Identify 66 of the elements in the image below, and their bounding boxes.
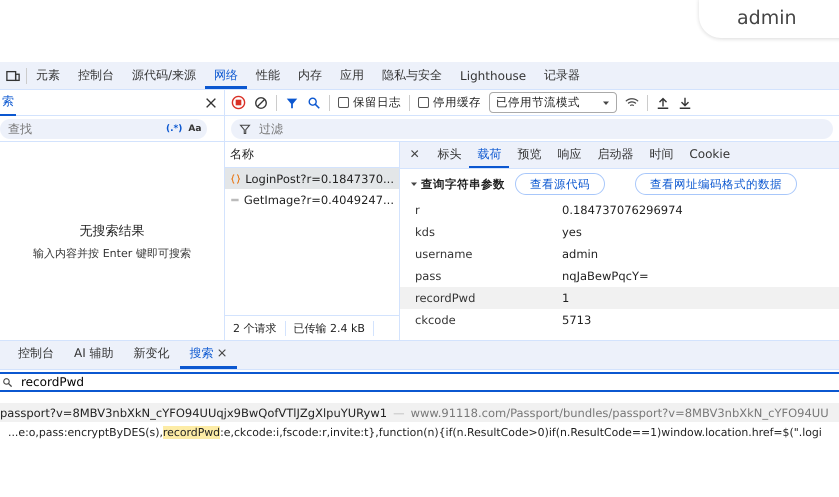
user-label: admin	[699, 0, 839, 38]
script-icon	[230, 172, 242, 184]
filter-icon	[239, 122, 251, 134]
param-row[interactable]: kds yes	[400, 221, 839, 243]
match-case-toggle[interactable]: Aa	[188, 124, 202, 134]
detail-tab[interactable]: 启动器	[589, 142, 642, 168]
drawer-tab[interactable]: 搜索 ×	[180, 341, 238, 369]
drawer-tab[interactable]: 新变化	[124, 341, 180, 369]
record-icon[interactable]	[231, 95, 246, 110]
request-row[interactable]: GetImage?r=0.4049247...	[225, 189, 399, 210]
expanded-caret-icon	[410, 180, 418, 188]
detail-tab[interactable]: 标头	[429, 142, 470, 168]
search-query-input[interactable]: recordPwd	[19, 374, 837, 390]
search-result-file[interactable]: passport?v=8MBV3nbXkN_cYFO94UUqjx9BwQofVTlJZgXlpuYURyw1 — www.91118.com/Passport/bundles/passport?v=8MBV3nbXkN_cYFO94UU	[0, 403, 839, 422]
search-icon	[2, 376, 13, 388]
request-row[interactable]: LoginPost?r=0.1847370...	[225, 168, 399, 189]
panel-tab[interactable]: 元素	[27, 62, 69, 89]
close-icon[interactable]	[204, 96, 218, 110]
device-toolbar-icon[interactable]	[6, 68, 20, 82]
upload-icon[interactable]	[656, 96, 670, 110]
panel-tab[interactable]: Lighthouse	[451, 62, 536, 89]
panel-tab[interactable]: 记录器	[535, 62, 590, 89]
param-row[interactable]: ckcode 5713	[400, 309, 839, 331]
clear-icon[interactable]	[254, 96, 268, 110]
status-text: 已传输 2.4 kB	[286, 320, 374, 336]
search-field[interactable]: 查找 (.*) Aa	[0, 118, 208, 138]
panel-tab[interactable]: 源代码/来源	[123, 62, 206, 89]
throttling-select[interactable]: 已停用节流模式	[489, 92, 617, 113]
detail-tab[interactable]: 载荷	[469, 142, 510, 168]
search-icon[interactable]	[307, 96, 321, 110]
detail-tab[interactable]: Cookie	[681, 142, 738, 168]
search-result-line[interactable]: ...e:o,pass:encryptByDES(s),recordPwd:e,ckcode:i,fscode:r,invite:t},function(n){if(n.ResultCode>0)if(n.ResultCode==1)window.location.href=$(".logi	[0, 422, 839, 442]
panel-tab[interactable]: 性能	[247, 62, 290, 89]
status-text: 2 个请求	[225, 320, 286, 336]
regex-toggle[interactable]: (.*)	[166, 124, 182, 134]
panel-title: 索	[0, 89, 16, 116]
detail-tab[interactable]: 预览	[509, 142, 550, 168]
dropdown-caret-icon	[602, 98, 610, 106]
match-highlight: recordPwd	[162, 426, 220, 438]
download-icon[interactable]	[678, 96, 692, 110]
panel-tab[interactable]: 应用	[331, 62, 374, 89]
filter-field[interactable]: 过滤	[231, 118, 833, 138]
filter-icon[interactable]	[285, 96, 299, 110]
disable-cache-checkbox[interactable]: 停用缓存	[418, 95, 481, 110]
param-row[interactable]: pass nqJaBewPqcY=	[400, 265, 839, 287]
panel-tab[interactable]: 隐私与安全	[373, 62, 452, 89]
close-tab-button[interactable]: ×	[216, 346, 228, 361]
filter-input[interactable]: 过滤	[257, 120, 825, 136]
section-title[interactable]: 查询字符串参数	[410, 176, 505, 192]
detail-tab[interactable]: 响应	[549, 142, 590, 168]
search-query-field[interactable]: recordPwd	[0, 372, 839, 392]
empty-hint: 输入内容并按 Enter 键即可搜索	[33, 246, 191, 260]
param-row[interactable]: recordPwd 1	[400, 287, 839, 309]
view-button[interactable]: 查看源代码	[515, 173, 605, 195]
empty-title: 无搜索结果	[80, 222, 144, 240]
view-button[interactable]: 查看网址编码格式的数据	[635, 173, 797, 195]
detail-tab[interactable]: 时间	[641, 142, 682, 168]
preserve-log-checkbox[interactable]: 保留日志	[338, 95, 401, 110]
panel-tab[interactable]: 控制台	[69, 62, 123, 89]
drawer-tab[interactable]: 控制台	[8, 341, 64, 369]
param-row[interactable]: username admin	[400, 243, 839, 265]
close-button[interactable]: ×	[400, 142, 430, 168]
search-input[interactable]: 查找	[6, 120, 160, 136]
panel-tab[interactable]: 内存	[289, 62, 332, 89]
param-row[interactable]: r 0.184737076296974	[400, 199, 839, 221]
drawer-tab[interactable]: AI 辅助	[64, 341, 124, 369]
